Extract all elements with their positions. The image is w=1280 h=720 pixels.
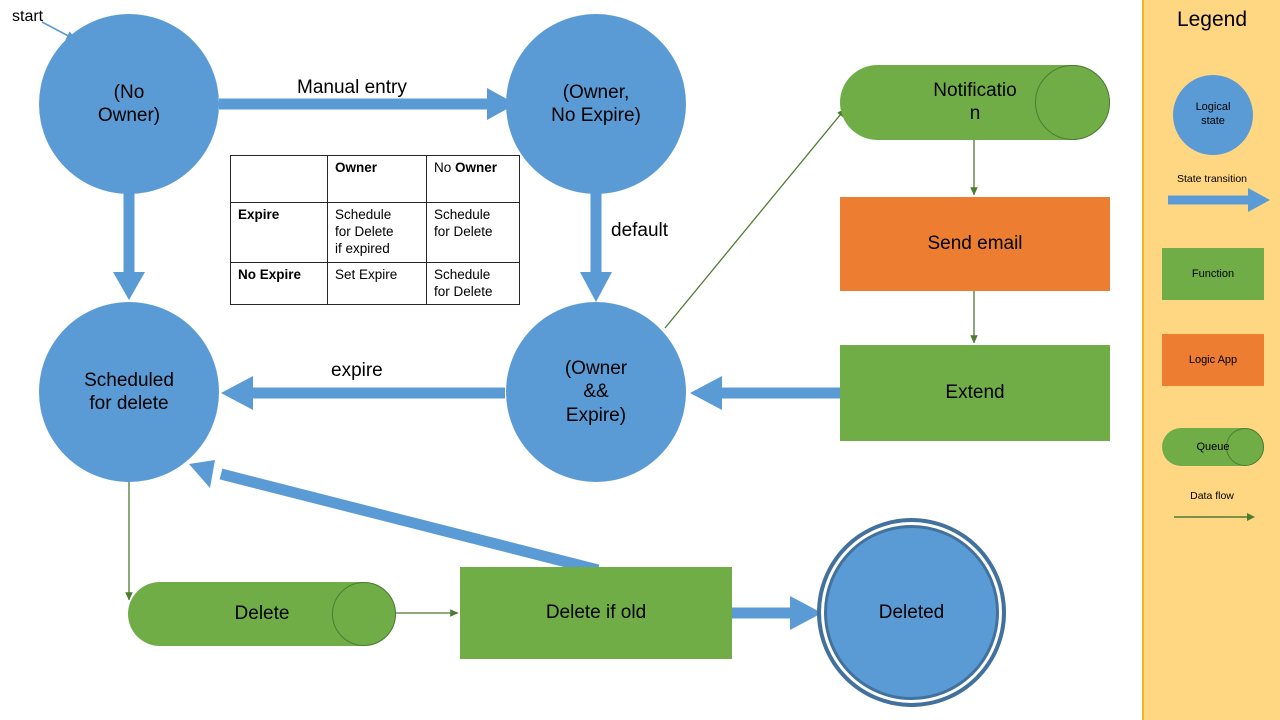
- transition-default-arrow: [580, 178, 612, 302]
- state-owner-and-expire-label-line2: &&: [583, 381, 609, 403]
- legend-queue-label: Queue: [1196, 441, 1230, 453]
- queue-notification[interactable]: Notificatio n: [840, 65, 1110, 140]
- edge-label-default: default: [611, 220, 669, 241]
- diagram-canvas: (Owner, No Expire) -->: [0, 0, 1280, 720]
- state-deleted[interactable]: Deleted: [824, 525, 999, 700]
- queue-notification-label-line1: Notificatio: [933, 79, 1017, 101]
- legend-logical-state-label-line1: Logical: [1195, 101, 1231, 114]
- transition-deleteifold-to-scheduled-arrow: [189, 460, 600, 576]
- logicapp-send-email[interactable]: Send email: [840, 197, 1110, 291]
- legend-logical-state-swatch: Logical state: [1173, 75, 1253, 155]
- state-owner-and-expire-label-line1: (Owner: [564, 358, 628, 380]
- state-scheduled-label-line2: for delete: [89, 393, 169, 414]
- state-scheduled-label-line1: Scheduled: [84, 369, 174, 391]
- matrix-cell-line: Set Expire: [335, 266, 398, 282]
- queue-cap-icon: [332, 582, 396, 646]
- matrix-cell-line: if expired: [335, 240, 390, 256]
- matrix-cell-line: for Delete: [335, 223, 394, 239]
- legend-data-flow-label: Data flow: [1190, 490, 1234, 502]
- transition-noowner-to-scheduled-arrow: [113, 178, 145, 300]
- queue-cap-icon: [1226, 428, 1264, 466]
- state-owner-and-expire-label-line3: Expire): [565, 404, 627, 426]
- legend-function-swatch: Function: [1162, 248, 1264, 300]
- matrix-row-header-expire: Expire: [230, 202, 328, 263]
- edge-label-expire: expire: [331, 360, 383, 381]
- transition-deleteifold-to-deleted-arrow: [731, 596, 822, 630]
- table-row: No Expire Set Expire Schedule for Delete: [230, 261, 520, 306]
- table-row: Expire Schedule for Delete if expired Sc…: [230, 202, 520, 263]
- transition-extend-to-ownerexpire-arrow: [690, 376, 840, 410]
- edge-label-manual-entry: Manual entry: [297, 77, 407, 98]
- legend-data-flow-arrow-icon: [1174, 513, 1255, 521]
- function-extend[interactable]: Extend: [840, 345, 1110, 441]
- matrix-cell-line: for Delete: [434, 283, 493, 299]
- legend-title: Legend: [1176, 8, 1248, 31]
- matrix-cell-line: for Delete: [434, 223, 493, 239]
- state-owner-no-expire-label-line2: No Expire): [551, 105, 641, 126]
- matrix-cell-noexpire-no-owner: Schedule for Delete: [426, 261, 520, 306]
- logicapp-send-email-label: Send email: [927, 233, 1023, 254]
- table-row-header: Owner No Owner: [230, 155, 520, 203]
- matrix-col-header-no-owner: No Owner: [426, 155, 520, 203]
- matrix-corner-cell: [230, 155, 328, 203]
- queue-cap-icon: [1035, 65, 1110, 140]
- function-extend-label: Extend: [945, 382, 1005, 403]
- matrix-cell-line: Schedule: [335, 207, 392, 222]
- state-owner-no-expire-label-line1: (Owner,: [562, 81, 630, 103]
- start-label: start: [12, 8, 44, 25]
- legend-state-transition-arrow-icon: [1168, 188, 1270, 212]
- function-delete-if-old-label: Delete if old: [545, 602, 647, 623]
- state-no-owner-label-line1: (No: [113, 81, 145, 103]
- legend-panel: Legend Logical state State transition Fu…: [1142, 0, 1280, 720]
- matrix-cell-expire-owner: Schedule for Delete if expired: [327, 202, 427, 263]
- matrix-col-header-no-prefix: No: [434, 160, 456, 175]
- state-no-owner[interactable]: (No Owner): [39, 14, 219, 194]
- matrix-cell-noexpire-owner: Set Expire: [327, 261, 427, 306]
- state-deleted-label: Deleted: [878, 601, 945, 623]
- matrix-cell-expire-no-owner: Schedule for Delete: [426, 202, 520, 263]
- queue-notification-label-line2: n: [969, 102, 981, 124]
- dataflow-ownerexpire-to-notification: [664, 108, 846, 329]
- matrix-col-header-owner-text: Owner: [335, 160, 378, 175]
- function-delete-if-old[interactable]: Delete if old: [460, 567, 732, 659]
- queue-delete[interactable]: Delete: [128, 582, 396, 646]
- legend-queue-swatch: Queue: [1162, 428, 1264, 466]
- decision-matrix-table: Owner No Owner Expire Schedule for Delet…: [230, 155, 520, 306]
- matrix-cell-line: Schedule: [434, 207, 491, 222]
- queue-delete-label: Delete: [234, 602, 290, 624]
- legend-logic-app-swatch: Logic App: [1162, 334, 1264, 386]
- legend-function-label: Function: [1191, 268, 1235, 280]
- matrix-cell-line: Schedule: [434, 266, 491, 282]
- state-no-owner-label-line2: Owner): [97, 105, 161, 126]
- state-scheduled-for-delete[interactable]: Scheduled for delete: [39, 302, 219, 482]
- legend-state-transition-label: State transition: [1176, 173, 1248, 185]
- legend-logical-state-label-line2: state: [1201, 115, 1225, 127]
- legend-logic-app-label: Logic App: [1188, 354, 1238, 366]
- matrix-row-header-no-expire: No Expire: [230, 261, 328, 306]
- state-owner-and-expire[interactable]: (Owner && Expire): [506, 302, 686, 482]
- matrix-col-header-owner: Owner: [327, 155, 427, 203]
- matrix-col-header-no-owner-text: Owner: [455, 160, 498, 175]
- state-owner-no-expire[interactable]: (Owner, No Expire): [506, 14, 686, 194]
